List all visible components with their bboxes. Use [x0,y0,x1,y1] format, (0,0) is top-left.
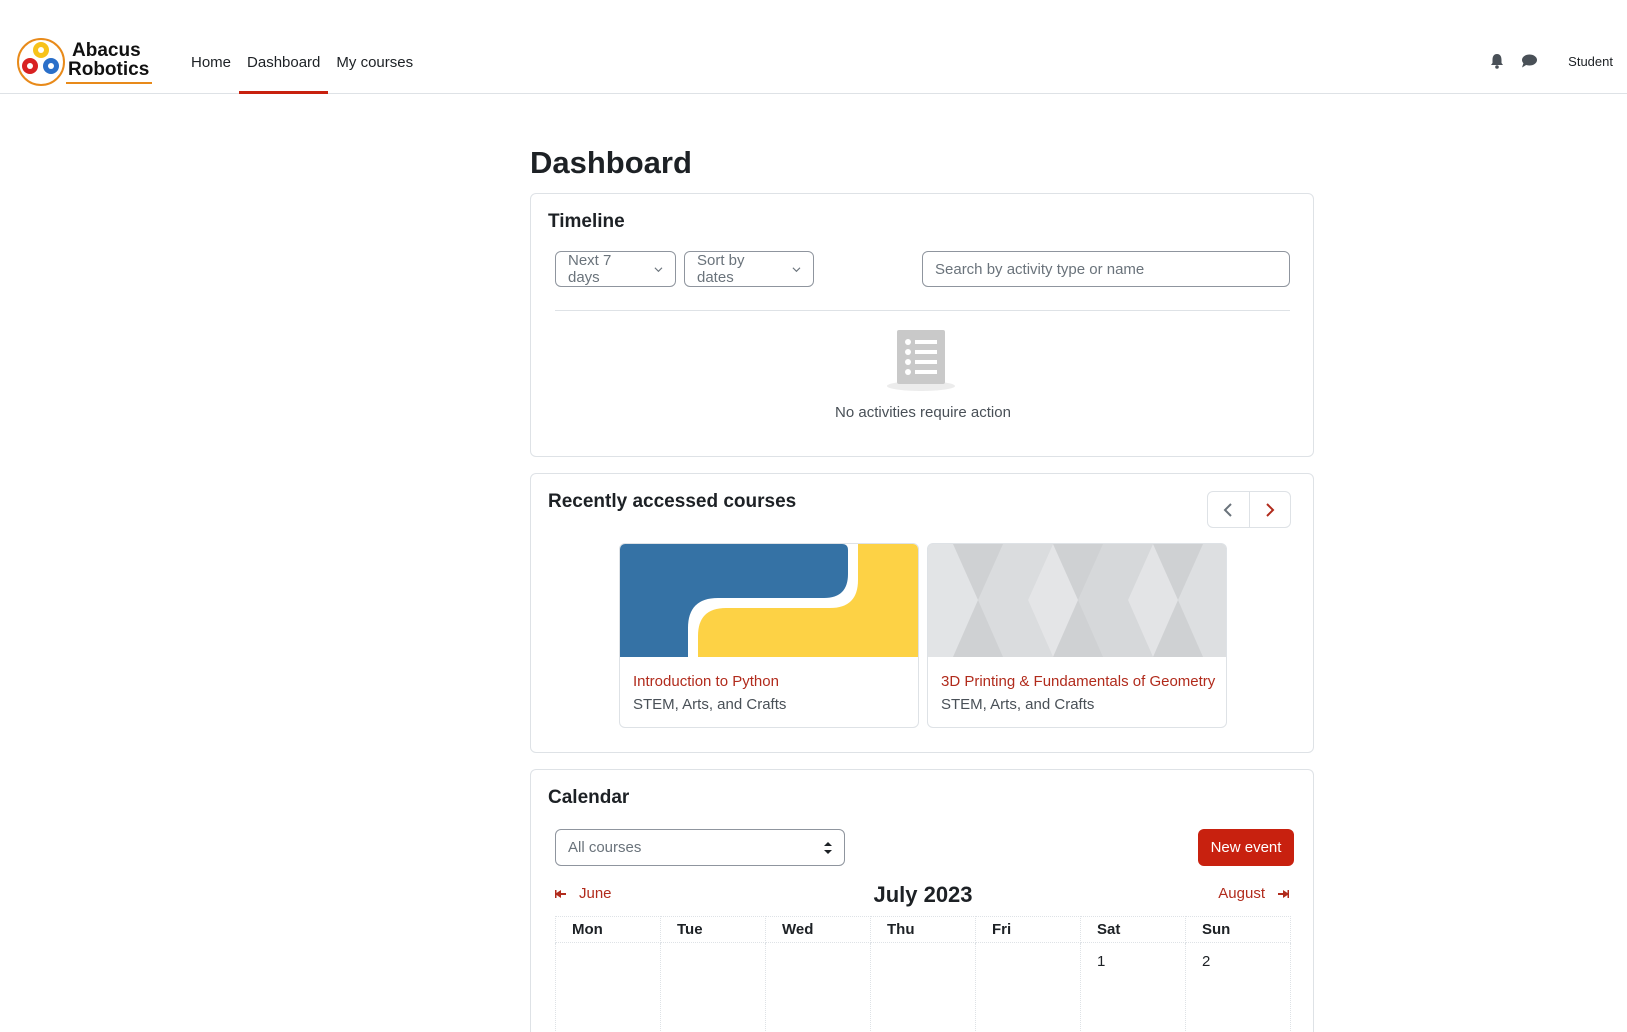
course-category: STEM, Arts, and Crafts [633,696,787,713]
next-month-label: August [1218,885,1265,902]
new-event-button[interactable]: New event [1198,829,1294,866]
course-filter-value: All courses [568,839,642,856]
timeline-title: Timeline [548,211,625,232]
course-filter-select[interactable]: All courses [555,829,845,866]
timeline-filter-dropdown[interactable]: Next 7 days [555,251,676,287]
calendar-day-empty [975,942,1081,1032]
brand-logo[interactable]: Abacus Robotics [16,37,154,89]
timeline-search-input[interactable] [922,251,1290,287]
activities-list-icon [887,330,955,391]
weekday-fri: Fri [975,916,1081,943]
next-page-button[interactable] [1248,492,1290,527]
course-image-python [620,544,918,657]
course-image-pattern [928,544,1226,657]
current-month-title: July 2023 [873,882,973,907]
primary-navigation: Home Dashboard My courses [183,38,421,94]
chevron-left-icon [1224,502,1233,517]
nav-home[interactable]: Home [183,38,239,94]
calendar-day-empty [870,942,976,1032]
bell-icon[interactable] [1488,52,1506,70]
calendar-day[interactable]: 2 [1185,942,1291,1032]
course-category: STEM, Arts, and Crafts [941,696,1095,713]
course-card[interactable]: 3D Printing & Fundamentals of Geometry S… [927,543,1227,728]
brand-name: Abacus Robotics [68,41,149,79]
weekday-header-row: Mon Tue Wed Thu Fri Sat Sun [555,916,1291,943]
arrow-right-icon [1278,889,1289,898]
next-month-link[interactable]: August [1218,885,1289,902]
nav-dashboard[interactable]: Dashboard [239,38,329,94]
navbar: Abacus Robotics Home Dashboard My course… [0,0,1627,94]
select-arrows-icon [824,842,832,854]
weekday-sat: Sat [1080,916,1186,943]
calendar-month-grid: Mon Tue Wed Thu Fri Sat Sun 1 2 [555,916,1291,1032]
calendar-day-empty [765,942,871,1032]
brand-line1: Abacus [72,40,141,61]
nav-my-courses[interactable]: My courses [328,38,421,94]
chevron-down-icon [654,266,663,272]
recent-courses-pager [1207,491,1291,528]
recent-courses-block: Recently accessed courses Introduction t… [530,473,1314,753]
recent-courses-title: Recently accessed courses [548,491,797,512]
course-name[interactable]: Introduction to Python [633,673,913,690]
weekday-wed: Wed [765,916,871,943]
calendar-block: Calendar All courses New event June July… [530,769,1314,1032]
message-icon[interactable] [1520,52,1538,70]
timeline-filter-label: Next 7 days [568,252,612,286]
calendar-day-empty [555,942,661,1032]
calendar-day[interactable]: 1 [1080,942,1186,1032]
user-name[interactable]: Student [1568,54,1613,69]
calendar-title: Calendar [548,787,630,808]
course-card[interactable]: Introduction to Python STEM, Arts, and C… [619,543,919,728]
timeline-empty-message: No activities require action [835,404,1011,421]
calendar-day-empty [660,942,766,1032]
brand-underline [66,82,152,84]
gears-icon [17,38,65,86]
weekday-sun: Sun [1185,916,1291,943]
timeline-block: Timeline Next 7 days Sort by dates No ac… [530,193,1314,457]
weekday-tue: Tue [660,916,766,943]
timeline-divider [555,310,1290,311]
page-title: Dashboard [530,145,692,180]
calendar-week-row: 1 2 [555,942,1291,1032]
timeline-sort-dropdown[interactable]: Sort by dates [684,251,814,287]
previous-page-button[interactable] [1208,492,1249,527]
chevron-right-icon [1266,502,1275,517]
user-menu-area: Student [1488,52,1613,70]
chevron-down-icon [792,266,801,272]
brand-line2: Robotics [68,59,150,80]
weekday-thu: Thu [870,916,976,943]
timeline-sort-label: Sort by dates [697,252,745,286]
course-name[interactable]: 3D Printing & Fundamentals of Geometry [941,673,1221,690]
weekday-mon: Mon [555,916,661,943]
